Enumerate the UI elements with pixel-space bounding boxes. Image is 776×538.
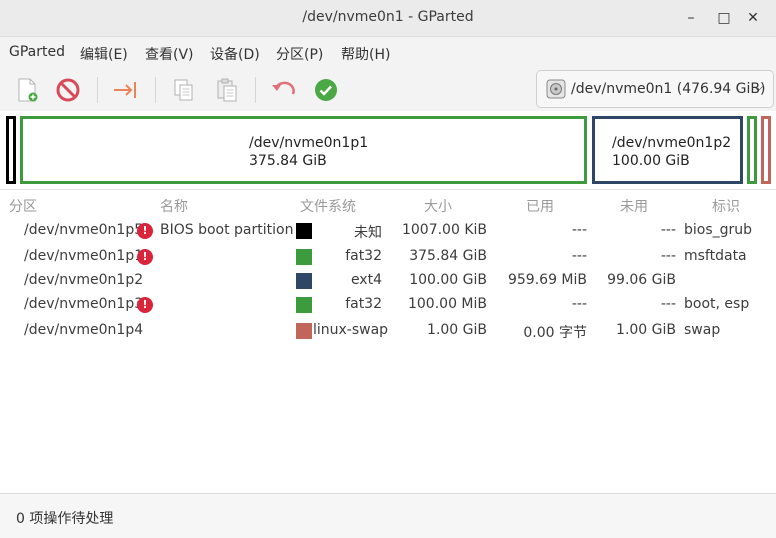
row-filesystem: fat32 — [345, 296, 382, 312]
table-row[interactable]: /dev/nvme0n1p2 ext4 100.00 GiB 959.69 Mi… — [0, 269, 776, 293]
table-row[interactable]: /dev/nvme0n1p5 ! BIOS boot partition 未知 … — [0, 219, 776, 243]
row-unused: --- — [660, 222, 676, 238]
device-label: /dev/nvme0n1 (476.94 GiB) — [571, 81, 766, 97]
partition-table: 分区 名称 文件系统 大小 已用 未用 标识 /dev/nvme0n1p5 ! … — [0, 189, 776, 494]
title-bar: /dev/nvme0n1 - GParted – □ ✕ — [0, 0, 776, 37]
row-partition: /dev/nvme0n1p5 — [24, 222, 144, 238]
fs-color-swatch — [296, 273, 312, 289]
apply-icon[interactable] — [312, 76, 340, 104]
chevron-down-icon: ⌵ — [753, 80, 763, 94]
status-bar: 0 项操作待处理 — [0, 493, 776, 538]
header-flags[interactable]: 标识 — [712, 196, 740, 216]
menu-bar: GParted 编辑(E) 查看(V) 设备(D) 分区(P) 帮助(H) — [0, 37, 776, 69]
menu-device[interactable]: 设备(D) — [210, 44, 260, 64]
row-size: 100.00 GiB — [409, 272, 487, 288]
diskmap-p1-size: 375.84 GiB — [249, 153, 327, 169]
row-unused: 1.00 GiB — [616, 322, 676, 338]
copy-icon[interactable] — [170, 76, 198, 104]
row-flags: msftdata — [684, 248, 747, 264]
pending-operations-text: 0 项操作待处理 — [16, 511, 114, 527]
table-row[interactable]: /dev/nvme0n1p4 linux-swap 1.00 GiB 0.00 … — [0, 319, 776, 343]
diskmap-p1-name: /dev/nvme0n1p1 — [249, 135, 369, 151]
diskmap-partition-p3[interactable] — [747, 116, 757, 184]
header-used[interactable]: 已用 — [526, 196, 554, 216]
window-title: /dev/nvme0n1 - GParted — [302, 9, 474, 25]
diskmap-p2-size: 100.00 GiB — [612, 153, 690, 169]
row-size: 1007.00 KiB — [401, 222, 487, 238]
row-used: 0.00 字节 — [523, 325, 587, 341]
row-partition: /dev/nvme0n1p2 — [24, 272, 144, 288]
row-filesystem: 未知 — [354, 225, 382, 241]
toolbar-separator — [155, 77, 156, 103]
header-name[interactable]: 名称 — [160, 196, 188, 216]
row-used: --- — [571, 296, 587, 312]
delete-icon[interactable] — [54, 76, 82, 104]
toolbar-separator — [255, 77, 256, 103]
diskmap-partition-p4[interactable] — [761, 116, 771, 184]
diskmap-partition-p5[interactable] — [6, 116, 16, 184]
paste-icon[interactable] — [213, 76, 241, 104]
fs-color-swatch — [296, 323, 312, 339]
warning-icon: ! — [137, 249, 153, 265]
fs-color-swatch — [296, 223, 312, 239]
menu-gparted[interactable]: GParted — [9, 44, 65, 60]
row-used: --- — [571, 222, 587, 238]
row-unused: --- — [660, 248, 676, 264]
table-row[interactable]: /dev/nvme0n1p3 ! fat32 100.00 MiB --- --… — [0, 293, 776, 317]
fs-color-swatch — [296, 249, 312, 265]
device-selector[interactable]: /dev/nvme0n1 (476.94 GiB) ⌵ — [536, 70, 774, 108]
row-size: 1.00 GiB — [427, 322, 487, 338]
row-unused: 99.06 GiB — [607, 272, 676, 288]
undo-icon[interactable] — [269, 76, 297, 104]
row-partition: /dev/nvme0n1p3 — [24, 296, 144, 312]
table-row[interactable]: /dev/nvme0n1p1 ! fat32 375.84 GiB --- --… — [0, 245, 776, 269]
row-unused: --- — [660, 296, 676, 312]
fs-color-swatch — [296, 297, 312, 313]
row-size: 375.84 GiB — [409, 248, 487, 264]
warning-icon: ! — [137, 223, 153, 239]
warning-icon: ! — [137, 297, 153, 313]
menu-partition[interactable]: 分区(P) — [276, 44, 323, 64]
header-unused[interactable]: 未用 — [620, 196, 648, 216]
row-filesystem: fat32 — [345, 248, 382, 264]
row-partition: /dev/nvme0n1p1 — [24, 248, 144, 264]
toolbar-separator — [97, 77, 98, 103]
new-icon[interactable] — [13, 76, 41, 104]
row-flags: swap — [684, 322, 721, 338]
row-filesystem: linux-swap — [313, 322, 389, 338]
diskmap-partition-p1[interactable]: /dev/nvme0n1p1 375.84 GiB — [20, 116, 587, 184]
disk-map: /dev/nvme0n1p1 375.84 GiB /dev/nvme0n1p2… — [0, 111, 776, 189]
diskmap-partition-p2[interactable]: /dev/nvme0n1p2 100.00 GiB — [592, 116, 743, 184]
diskmap-p2-name: /dev/nvme0n1p2 — [612, 135, 732, 151]
maximize-button[interactable]: □ — [715, 9, 733, 27]
row-name: BIOS boot partition — [160, 222, 294, 238]
header-size[interactable]: 大小 — [424, 196, 452, 216]
menu-view[interactable]: 查看(V) — [145, 44, 194, 64]
row-used: 959.69 MiB — [507, 272, 587, 288]
row-size: 100.00 MiB — [407, 296, 487, 312]
hard-disk-icon — [546, 79, 566, 103]
menu-help[interactable]: 帮助(H) — [341, 44, 390, 64]
menu-edit[interactable]: 编辑(E) — [80, 44, 128, 64]
minimize-button[interactable]: – — [682, 9, 700, 27]
row-used: --- — [571, 248, 587, 264]
resize-move-icon[interactable] — [111, 76, 139, 104]
close-button[interactable]: ✕ — [744, 9, 762, 27]
header-filesystem[interactable]: 文件系统 — [300, 196, 356, 216]
row-partition: /dev/nvme0n1p4 — [24, 322, 144, 338]
row-flags: boot, esp — [684, 296, 750, 312]
row-flags: bios_grub — [684, 222, 753, 238]
row-filesystem: ext4 — [350, 272, 382, 288]
header-partition[interactable]: 分区 — [9, 196, 37, 216]
